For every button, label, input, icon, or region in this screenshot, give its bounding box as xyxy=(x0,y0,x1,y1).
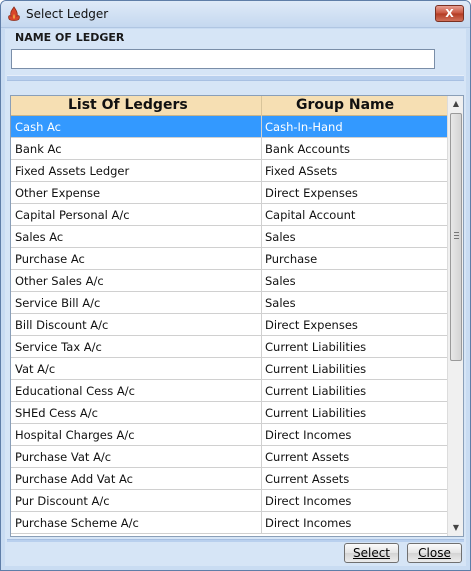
select-button[interactable]: Select xyxy=(344,543,399,563)
divider xyxy=(7,539,464,542)
ledger-name-cell: Purchase Ac xyxy=(15,252,85,266)
column-separator xyxy=(261,512,262,534)
group-name-cell: Direct Expenses xyxy=(265,318,358,332)
column-separator xyxy=(261,336,262,358)
group-name-cell: Bank Accounts xyxy=(265,142,350,156)
column-separator xyxy=(261,402,262,424)
column-separator xyxy=(261,116,262,138)
column-separator xyxy=(261,226,262,248)
table-row[interactable]: Service Bill A/c Sales xyxy=(11,292,447,314)
header-separator xyxy=(261,96,262,116)
column-separator xyxy=(261,248,262,270)
ledger-name-cell: SHEd Cess A/c xyxy=(15,406,98,420)
table-row[interactable]: Bank Ac Bank Accounts xyxy=(11,138,447,160)
ledger-name-cell: Fixed Assets Ledger xyxy=(15,164,130,178)
group-name-cell: Current Assets xyxy=(265,450,350,464)
select-ledger-window: Select Ledger X NAME OF LEDGER List Of L… xyxy=(0,0,471,571)
ledger-name-cell: Educational Cess A/c xyxy=(15,384,135,398)
vertical-scrollbar[interactable]: ▲ ▼ xyxy=(447,96,463,536)
column-separator xyxy=(261,160,262,182)
table-row[interactable]: Service Tax A/c Current Liabilities xyxy=(11,336,447,358)
table-row[interactable]: Bill Discount A/c Direct Expenses xyxy=(11,314,447,336)
header-list-of-ledgers[interactable]: List Of Ledgers xyxy=(68,97,188,113)
table-row[interactable]: Hospital Charges A/c Direct Incomes xyxy=(11,424,447,446)
group-name-cell: Direct Incomes xyxy=(265,516,352,530)
ledger-name-cell: Other Sales A/c xyxy=(15,274,104,288)
grid-rows: Cash Ac Cash-In-Hand Bank Ac Bank Accounts F… xyxy=(11,116,447,534)
ledger-name-cell: Purchase Add Vat Ac xyxy=(15,472,133,486)
scroll-grip xyxy=(454,232,459,239)
column-separator xyxy=(261,138,262,160)
group-name-cell: Current Liabilities xyxy=(265,340,367,354)
ledger-name-cell: Service Bill A/c xyxy=(15,296,101,310)
scroll-thumb[interactable] xyxy=(450,113,462,361)
ledger-name-cell: Bill Discount A/c xyxy=(15,318,109,332)
group-name-cell: Direct Expenses xyxy=(265,186,358,200)
close-button[interactable]: Close xyxy=(407,543,462,563)
title-bar[interactable]: Select Ledger X xyxy=(1,1,470,28)
ledger-name-cell: Pur Discount A/c xyxy=(15,494,110,508)
column-separator xyxy=(261,292,262,314)
group-name-cell: Current Liabilities xyxy=(265,406,367,420)
column-separator xyxy=(261,314,262,336)
group-name-cell: Sales xyxy=(265,296,296,310)
ledger-name-cell: Sales Ac xyxy=(15,230,64,244)
ledger-name-cell: Purchase Vat A/c xyxy=(15,450,112,464)
column-separator xyxy=(261,380,262,402)
header-group-name[interactable]: Group Name xyxy=(296,97,394,113)
group-name-cell: Current Liabilities xyxy=(265,362,367,376)
scroll-up-arrow-icon[interactable]: ▲ xyxy=(448,96,463,112)
table-row[interactable]: Other Expense Direct Expenses xyxy=(11,182,447,204)
table-row[interactable]: Fixed Assets Ledger Fixed ASsets xyxy=(11,160,447,182)
column-separator xyxy=(261,490,262,512)
group-name-cell: Cash-In-Hand xyxy=(265,120,343,134)
group-name-cell: Capital Account xyxy=(265,208,356,222)
ledger-name-cell: Hospital Charges A/c xyxy=(15,428,135,442)
ledger-name-cell: Service Tax A/c xyxy=(15,340,102,354)
window-title: Select Ledger xyxy=(26,7,109,21)
app-flame-icon xyxy=(8,6,20,21)
name-of-ledger-label: NAME OF LEDGER xyxy=(15,31,125,44)
ledger-name-input[interactable] xyxy=(11,49,435,69)
ledger-name-cell: Cash Ac xyxy=(15,120,61,134)
table-row[interactable]: Purchase Add Vat Ac Current Assets xyxy=(11,468,447,490)
group-name-cell: Direct Incomes xyxy=(265,494,352,508)
column-separator xyxy=(261,270,262,292)
ledger-name-cell: Other Expense xyxy=(15,186,101,200)
ledger-name-cell: Capital Personal A/c xyxy=(15,208,130,222)
group-name-cell: Sales xyxy=(265,230,296,244)
group-name-cell: Sales xyxy=(265,274,296,288)
table-row[interactable]: Educational Cess A/c Current Liabilities xyxy=(11,380,447,402)
group-name-cell: Current Assets xyxy=(265,472,350,486)
column-separator xyxy=(261,358,262,380)
group-name-cell: Purchase xyxy=(265,252,318,266)
column-separator xyxy=(261,446,262,468)
table-row[interactable]: Other Sales A/c Sales xyxy=(11,270,447,292)
table-row[interactable]: Purchase Vat A/c Current Assets xyxy=(11,446,447,468)
grid-header: List Of Ledgers Group Name xyxy=(11,96,447,116)
table-row[interactable]: Cash Ac Cash-In-Hand xyxy=(11,116,447,138)
group-name-cell: Direct Incomes xyxy=(265,428,352,442)
table-row[interactable]: Sales Ac Sales xyxy=(11,226,447,248)
ledger-name-cell: Purchase Scheme A/c xyxy=(15,516,139,530)
ledger-name-cell: Bank Ac xyxy=(15,142,62,156)
table-row[interactable]: Purchase Ac Purchase xyxy=(11,248,447,270)
group-name-cell: Current Liabilities xyxy=(265,384,367,398)
window-close-button[interactable]: X xyxy=(435,5,464,22)
table-row[interactable]: Pur Discount A/c Direct Incomes xyxy=(11,490,447,512)
table-row[interactable]: Vat A/c Current Liabilities xyxy=(11,358,447,380)
ledger-name-cell: Vat A/c xyxy=(15,362,56,376)
divider xyxy=(7,75,464,81)
scroll-down-arrow-icon[interactable]: ▼ xyxy=(448,520,463,536)
column-separator xyxy=(261,424,262,446)
table-row[interactable]: Capital Personal A/c Capital Account xyxy=(11,204,447,226)
group-name-cell: Fixed ASsets xyxy=(265,164,338,178)
table-row[interactable]: SHEd Cess A/c Current Liabilities xyxy=(11,402,447,424)
table-row[interactable]: Purchase Scheme A/c Direct Incomes xyxy=(11,512,447,534)
column-separator xyxy=(261,182,262,204)
ledger-grid[interactable]: List Of Ledgers Group Name Cash Ac Cash-I… xyxy=(10,95,464,537)
column-separator xyxy=(261,204,262,226)
column-separator xyxy=(261,468,262,490)
dialog-content: NAME OF LEDGER List Of Ledgers Group Nam… xyxy=(5,29,466,566)
